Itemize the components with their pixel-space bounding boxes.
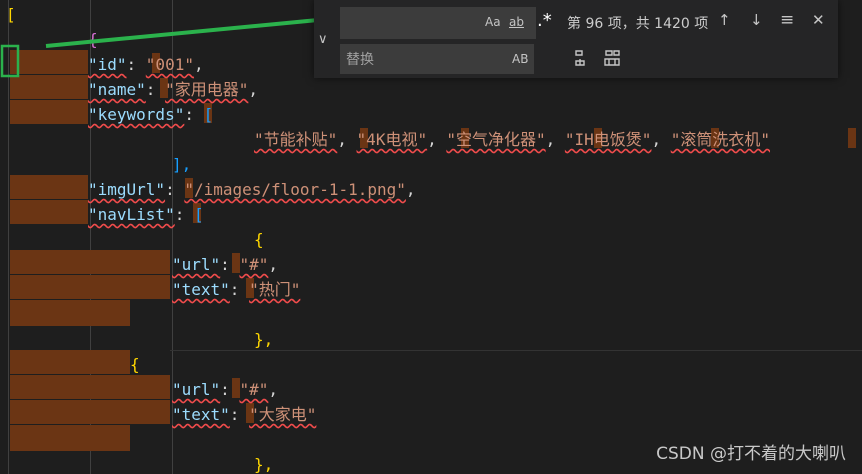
code-line: { <box>130 352 140 377</box>
replace-placeholder: 替换 <box>346 52 374 68</box>
code-line: "id": "001", <box>88 55 204 74</box>
code-line: "keywords": [ <box>88 105 214 124</box>
brace: }, <box>254 330 274 349</box>
match-highlight <box>10 425 130 451</box>
brace: }, <box>254 455 274 474</box>
replace-input[interactable]: 替换 AB <box>340 44 534 74</box>
match-highlight <box>848 128 856 148</box>
match-highlight <box>10 75 88 99</box>
match-highlight <box>10 250 170 274</box>
brace: { <box>254 230 264 249</box>
json-key: "text" <box>172 405 230 424</box>
json-string: "空气净化器" <box>446 130 546 149</box>
previous-match-icon[interactable]: ↑ <box>718 11 731 29</box>
code-line: [ <box>6 2 16 27</box>
code-line: "url": "#", <box>172 380 278 399</box>
next-match-icon[interactable]: ↓ <box>750 11 763 29</box>
brace: { <box>130 355 140 374</box>
regex-icon[interactable]: .* <box>537 10 552 31</box>
match-highlight <box>10 375 170 399</box>
json-string: "节能补贴" <box>254 130 338 149</box>
code-line: { <box>88 27 98 52</box>
match-highlight <box>10 100 88 124</box>
json-string: "滚筒洗衣机" <box>670 130 770 149</box>
json-string: "001" <box>145 55 194 74</box>
json-string: "家用电器" <box>165 80 249 99</box>
code-line: }, <box>254 452 273 474</box>
json-string: "大家电" <box>249 405 317 424</box>
code-line: "节能补贴", "4K电视", "空气净化器", "IH电饭煲", "滚筒洗衣机… <box>254 130 770 149</box>
brace: { <box>88 30 98 49</box>
json-string: "#" <box>239 255 269 274</box>
code-line: "imgUrl": "/images/floor-1-1.png", <box>88 180 416 199</box>
match-highlight <box>10 200 88 224</box>
code-line: ], <box>172 152 191 177</box>
json-key: "text" <box>172 280 230 299</box>
code-line: { <box>254 227 264 252</box>
match-count: 第 96 项，共 1420 项 <box>567 16 709 32</box>
code-line: }, <box>254 327 273 352</box>
match-highlight <box>10 175 88 199</box>
match-highlight <box>10 350 130 374</box>
find-replace-widget: ∨ Aa ab .* 第 96 项，共 1420 项 ↑ ↓ ≡ ✕ 替换 AB <box>314 0 838 78</box>
json-key: "navList" <box>88 205 175 224</box>
json-string: "/images/floor-1-1.png" <box>184 180 406 199</box>
json-key: "url" <box>172 255 221 274</box>
bracket: [ <box>193 205 204 224</box>
whole-word-icon[interactable]: ab <box>509 15 524 29</box>
replace-one-icon[interactable] <box>570 48 590 68</box>
code-line: "navList": [ <box>88 205 204 224</box>
code-line: "text": "热门" <box>172 280 301 299</box>
preserve-case-icon[interactable]: AB <box>512 52 528 66</box>
match-case-icon[interactable]: Aa <box>485 15 501 29</box>
toggle-replace-button[interactable]: ∨ <box>314 0 336 78</box>
code-line: "name": "家用电器", <box>88 80 258 99</box>
match-highlight <box>10 50 88 74</box>
replace-all-icon[interactable] <box>602 48 622 68</box>
json-key: "url" <box>172 380 221 399</box>
code-line: "url": "#", <box>172 255 278 274</box>
close-icon[interactable]: ✕ <box>812 11 825 29</box>
json-key: "keywords" <box>88 105 185 124</box>
code-line: "text": "大家电" <box>172 405 317 424</box>
watermark: CSDN @打不着的大喇叭 <box>656 444 846 464</box>
find-in-selection-icon[interactable]: ≡ <box>780 10 794 30</box>
match-highlight <box>10 300 130 326</box>
json-string: "IH电饭煲" <box>564 130 652 149</box>
bracket: [ <box>6 5 16 24</box>
indent-guide <box>8 0 9 474</box>
current-line-border <box>170 350 862 351</box>
json-key: "id" <box>88 55 127 74</box>
bracket: [ <box>203 105 214 124</box>
find-input[interactable]: Aa ab .* <box>340 7 552 39</box>
json-key: "imgUrl" <box>88 180 166 199</box>
match-highlight <box>10 400 170 424</box>
json-key: "name" <box>88 80 146 99</box>
json-string: "热门" <box>249 280 301 299</box>
json-string: "4K电视" <box>356 130 428 149</box>
chevron-down-icon: ∨ <box>318 32 328 47</box>
match-highlight <box>10 275 170 299</box>
json-string: "#" <box>239 380 269 399</box>
bracket: ], <box>172 155 192 174</box>
